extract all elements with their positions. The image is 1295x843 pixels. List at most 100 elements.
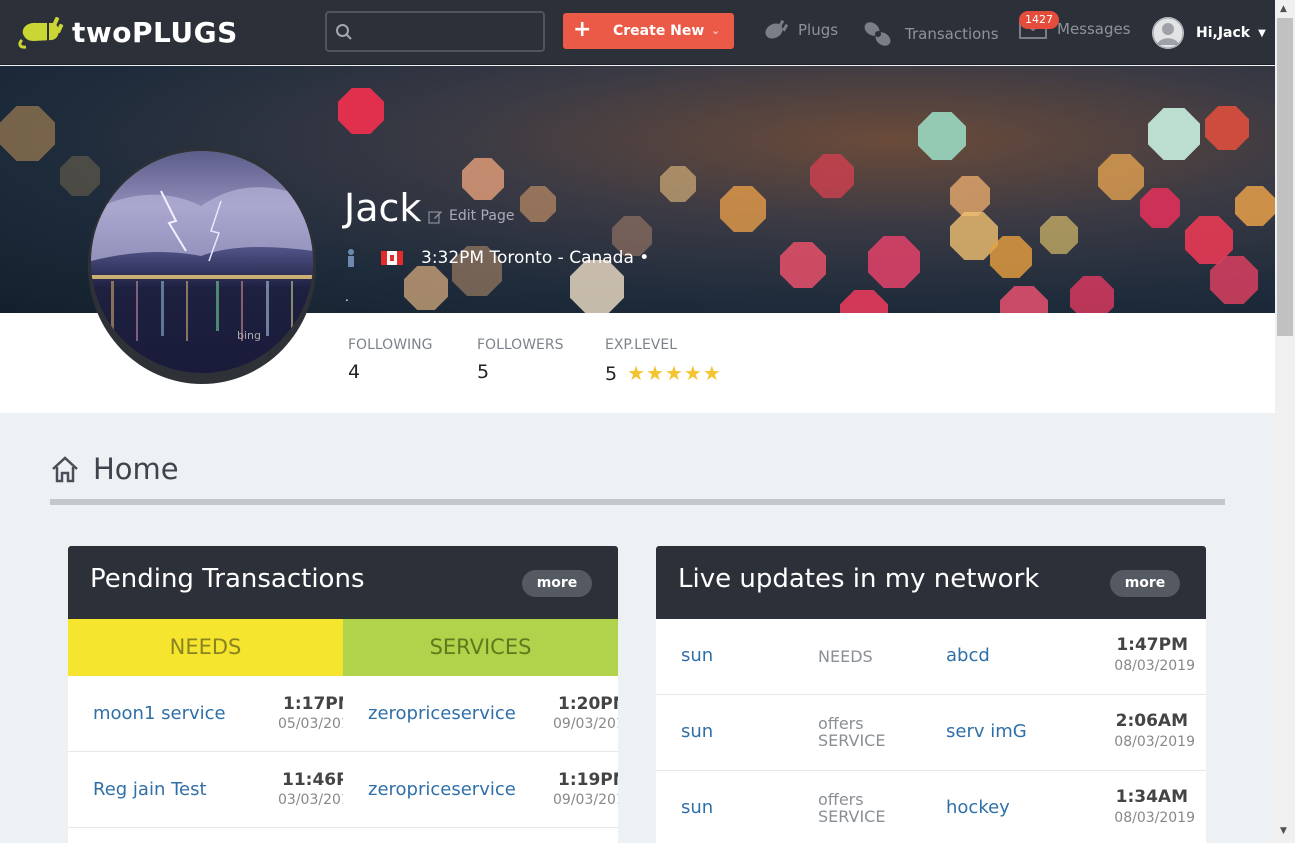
person-icon bbox=[348, 249, 354, 267]
need-date: 05/03/2019 bbox=[278, 716, 343, 732]
update-user[interactable]: sun bbox=[681, 797, 713, 818]
bokeh-light bbox=[868, 236, 920, 288]
update-time: 1:34AM bbox=[1115, 787, 1188, 807]
create-new-label: Create New bbox=[613, 23, 705, 39]
pending-tabs: NEEDS SERVICES bbox=[68, 619, 618, 676]
update-item[interactable]: abcd bbox=[946, 645, 990, 666]
plus-icon: + bbox=[573, 17, 592, 42]
service-time: 1:19PM bbox=[558, 770, 618, 790]
update-item[interactable]: hockey bbox=[946, 797, 1010, 818]
bokeh-light bbox=[338, 88, 384, 134]
update-item[interactable]: serv imG bbox=[946, 721, 1027, 742]
update-type: NEEDS bbox=[818, 648, 873, 665]
service-name[interactable]: zeropriceservice bbox=[368, 703, 516, 724]
scroll-down-icon[interactable]: ▼ bbox=[1280, 826, 1287, 836]
bokeh-light bbox=[60, 156, 100, 196]
table-row: Reg jain Test 11:46PM 03/03/2019 zeropri… bbox=[68, 752, 618, 828]
update-date: 08/03/2019 bbox=[1114, 734, 1195, 750]
need-cell[interactable]: moon1 service 1:17PM 05/03/2019 bbox=[68, 676, 343, 752]
list-item[interactable]: sun NEEDS abcd 1:47PM 08/03/2019 bbox=[656, 619, 1206, 695]
nav-plugs-label: Plugs bbox=[798, 21, 839, 39]
plug-icon bbox=[765, 19, 788, 39]
tab-needs[interactable]: NEEDS bbox=[68, 619, 343, 676]
chevron-down-icon: ⌄ bbox=[711, 24, 721, 37]
bokeh-light bbox=[404, 266, 448, 310]
live-updates-header: Live updates in my network more bbox=[656, 546, 1206, 619]
profile-photo-image: bing bbox=[91, 151, 313, 373]
bokeh-light bbox=[780, 242, 826, 288]
page-title: Home bbox=[50, 452, 179, 486]
update-user[interactable]: sun bbox=[681, 721, 713, 742]
bokeh-light bbox=[1098, 154, 1144, 200]
storm-lake-image: bing bbox=[91, 187, 313, 342]
followers-label: FOLLOWERS bbox=[477, 337, 564, 353]
user-menu[interactable]: Hi,Jack ▼ bbox=[1152, 17, 1266, 49]
update-user[interactable]: sun bbox=[681, 645, 713, 666]
caret-down-icon: ▼ bbox=[1258, 27, 1266, 39]
profile-extra: . bbox=[345, 290, 349, 304]
live-more-button[interactable]: more bbox=[1110, 570, 1180, 597]
location-text: 3:32PM Toronto - Canada • bbox=[421, 248, 650, 268]
messages-count-badge: 1427 bbox=[1019, 11, 1059, 29]
service-date: 09/03/2019 bbox=[553, 716, 618, 732]
service-cell[interactable]: zeropriceservice 1:19PM 09/03/2019 bbox=[343, 752, 618, 828]
service-name[interactable]: zeropriceservice bbox=[368, 779, 516, 800]
pending-transactions-card: Pending Transactions more NEEDS SERVICES… bbox=[68, 546, 618, 843]
edit-page-link[interactable]: Edit Page bbox=[428, 208, 514, 224]
following-value: 4 bbox=[348, 361, 361, 383]
bokeh-light bbox=[462, 158, 504, 200]
profile-name: Jack bbox=[344, 186, 422, 230]
bokeh-light bbox=[1070, 276, 1114, 313]
list-item[interactable]: sun offers SERVICE serv imG 2:06AM 08/03/… bbox=[656, 695, 1206, 771]
create-new-button[interactable]: + Create New ⌄ bbox=[563, 13, 734, 49]
update-type: offers SERVICE bbox=[818, 791, 885, 825]
nav-plugs[interactable]: Plugs bbox=[762, 18, 838, 42]
nav-transactions[interactable]: Transactions bbox=[861, 20, 999, 48]
following-stat[interactable]: FOLLOWING 4 bbox=[348, 337, 433, 383]
pending-more-button[interactable]: more bbox=[522, 570, 592, 597]
bokeh-light bbox=[1000, 286, 1048, 313]
edit-icon bbox=[428, 210, 442, 224]
need-name[interactable]: moon1 service bbox=[93, 703, 226, 724]
need-time: 1:17PM bbox=[283, 694, 343, 714]
pending-transactions-header: Pending Transactions more bbox=[68, 546, 618, 619]
search-icon bbox=[336, 24, 352, 40]
nav-messages-label: Messages bbox=[1057, 20, 1131, 38]
tab-services[interactable]: SERVICES bbox=[343, 619, 618, 676]
update-date: 08/03/2019 bbox=[1114, 810, 1195, 826]
bokeh-light bbox=[660, 166, 696, 202]
user-greeting: Hi,Jack bbox=[1196, 25, 1251, 41]
photo-watermark: bing bbox=[237, 329, 261, 342]
update-time: 1:47PM bbox=[1116, 635, 1188, 655]
exp-level-stat: EXP.LEVEL 5 ★★★★★ bbox=[605, 337, 722, 385]
need-cell[interactable]: Reg jain Test 11:46PM 03/03/2019 bbox=[68, 752, 343, 828]
table-row: moon1 service 1:17PM 05/03/2019 zeropric… bbox=[68, 676, 618, 752]
update-type-line1: NEEDS bbox=[818, 647, 873, 666]
scroll-up-icon[interactable]: ▲ bbox=[1280, 4, 1287, 14]
profile-location: 3:32PM Toronto - Canada • bbox=[345, 248, 649, 268]
scrollbar-thumb[interactable] bbox=[1277, 18, 1293, 336]
update-time: 2:06AM bbox=[1115, 711, 1188, 731]
bokeh-light bbox=[950, 176, 990, 216]
profile-photo[interactable]: bing bbox=[88, 148, 316, 384]
plug-logo-icon bbox=[18, 16, 64, 49]
service-time: 1:20PM bbox=[558, 694, 618, 714]
live-updates-card: Live updates in my network more sun NEED… bbox=[656, 546, 1206, 843]
list-item[interactable]: sun offers SERVICE hockey 1:34AM 08/03/20… bbox=[656, 771, 1206, 843]
bokeh-light bbox=[1040, 216, 1078, 254]
search-box[interactable] bbox=[325, 11, 545, 52]
bokeh-light bbox=[720, 186, 766, 232]
update-type-line2: SERVICE bbox=[818, 807, 886, 826]
live-updates-title: Live updates in my network bbox=[678, 564, 1040, 594]
home-icon bbox=[52, 456, 78, 483]
search-input[interactable] bbox=[359, 19, 537, 45]
page-scrollbar[interactable]: ▲ ▼ bbox=[1275, 0, 1295, 843]
need-name[interactable]: Reg jain Test bbox=[93, 779, 207, 800]
service-cell[interactable]: zeropriceservice 1:20PM 09/03/2019 bbox=[343, 676, 618, 752]
bokeh-light bbox=[1148, 108, 1200, 160]
followers-stat[interactable]: FOLLOWERS 5 bbox=[477, 337, 564, 383]
update-date: 08/03/2019 bbox=[1114, 658, 1195, 674]
brand-logo[interactable]: twoPLUGS bbox=[18, 14, 238, 50]
pending-transactions-title: Pending Transactions bbox=[90, 564, 365, 594]
bokeh-light bbox=[1140, 188, 1180, 228]
